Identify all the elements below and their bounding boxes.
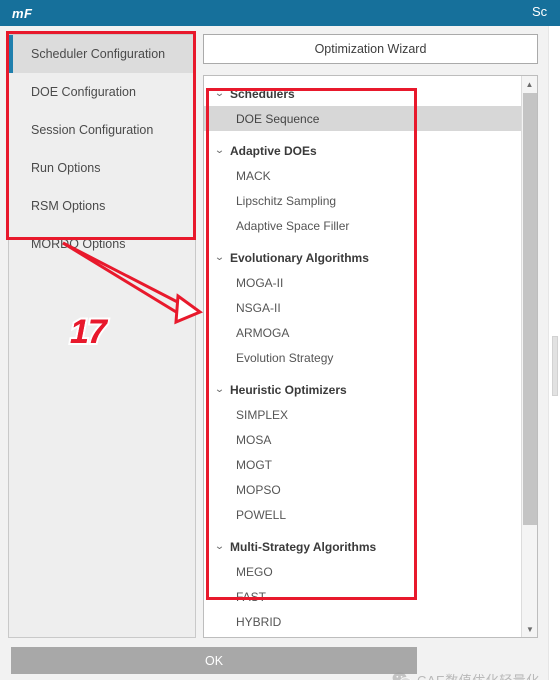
ok-button[interactable]: OK (11, 647, 417, 674)
tree-node-10[interactable]: Evolution Strategy (204, 345, 521, 370)
chevron-down-icon[interactable]: ⌄ (214, 384, 232, 395)
chevron-down-icon[interactable]: ⌄ (214, 541, 232, 552)
sidebar-item-4[interactable]: RSM Options (9, 187, 195, 225)
tree-node-17[interactable]: ⌄ Multi-Strategy Algorithms (204, 534, 521, 559)
tree-node-4[interactable]: Lipschitz Sampling (204, 188, 521, 213)
tree-node-label: Evolutionary Algorithms (230, 250, 369, 265)
optimization-wizard-button[interactable]: Optimization Wizard (203, 34, 538, 64)
annotation-step-number: 17 (70, 313, 107, 351)
tree-node-1[interactable]: DOE Sequence (204, 106, 521, 131)
tree-node-15[interactable]: MOPSO (204, 477, 521, 502)
tree-node-11[interactable]: ⌄ Heuristic Optimizers (204, 377, 521, 402)
window-title: Sc (532, 4, 548, 19)
tree-node-7[interactable]: MOGA-II (204, 270, 521, 295)
tree-node-2[interactable]: ⌄ Adaptive DOEs (204, 138, 521, 163)
tree-node-label: DOE Sequence (236, 111, 320, 126)
tree-node-14[interactable]: MOGT (204, 452, 521, 477)
tree-node-label: HYBRID (236, 614, 282, 629)
optimization-wizard-label: Optimization Wizard (314, 42, 427, 56)
sidebar-item-1[interactable]: DOE Configuration (9, 73, 195, 111)
tree-node-5[interactable]: Adaptive Space Filler (204, 213, 521, 238)
tree-node-3[interactable]: MACK (204, 163, 521, 188)
tree-node-13[interactable]: MOSA (204, 427, 521, 452)
title-bar: mF Sc (0, 0, 560, 26)
tree-node-label: MOGA-II (236, 275, 284, 290)
tree-node-8[interactable]: NSGA-II (204, 295, 521, 320)
chevron-down-icon[interactable]: ⌄ (214, 88, 232, 99)
chevron-down-icon[interactable]: ⌄ (214, 145, 232, 156)
tree-scrollbar[interactable]: ▲ ▼ (521, 76, 537, 637)
sidebar-item-3[interactable]: Run Options (9, 149, 195, 187)
main-panel: Optimization Wizard ⌄ Schedulers DOE Seque… (203, 34, 538, 638)
tree-node-18[interactable]: MEGO (204, 559, 521, 584)
tree-node-label: FAST (236, 589, 267, 604)
wechat-icon (392, 671, 412, 680)
ok-button-label: OK (204, 653, 224, 668)
tree-node-label: NSGA-II (236, 300, 281, 315)
window-scrollbar-thumb[interactable] (552, 336, 558, 396)
tree-node-label: MOPSO (236, 482, 281, 497)
tree-node-label: SIMPLEX (236, 407, 289, 422)
window-scrollbar[interactable] (548, 26, 560, 680)
scroll-up-arrow[interactable]: ▲ (522, 76, 537, 92)
tree-node-19[interactable]: FAST (204, 584, 521, 609)
app-logo: mF (12, 5, 33, 21)
tree-node-label: Heuristic Optimizers (230, 382, 347, 397)
tree-node-16[interactable]: POWELL (204, 502, 521, 527)
watermark-text: CAE数值优化轻量化 (417, 670, 540, 680)
tree-node-9[interactable]: ARMOGA (204, 320, 521, 345)
tree-node-label: Schedulers (230, 86, 295, 101)
tree-node-label: Adaptive Space Filler (236, 218, 350, 233)
sidebar-item-label: Session Configuration (31, 123, 154, 137)
tree-node-12[interactable]: SIMPLEX (204, 402, 521, 427)
sidebar-item-label: DOE Configuration (31, 85, 136, 99)
tree-node-6[interactable]: ⌄ Evolutionary Algorithms (204, 245, 521, 270)
tree-node-label: Lipschitz Sampling (236, 193, 337, 208)
tree-node-label: ARMOGA (236, 325, 290, 340)
tree-node-label: Multi-Strategy Algorithms (230, 539, 377, 554)
tree-node-label: Evolution Strategy (236, 350, 334, 365)
application-window: mF Sc Scheduler Configuration DOE Configu… (0, 0, 560, 680)
sidebar-item-0[interactable]: Scheduler Configuration (9, 35, 195, 73)
sidebar-item-label: Run Options (31, 161, 101, 175)
sidebar-item-label: MORDO Options (31, 237, 126, 251)
sidebar-item-2[interactable]: Session Configuration (9, 111, 195, 149)
tree-node-0[interactable]: ⌄ Schedulers (204, 81, 521, 106)
tree-node-label: MOGT (236, 457, 272, 472)
tree-node-label: MACK (236, 168, 271, 183)
tree-node-label: POWELL (236, 507, 287, 522)
tree-node-20[interactable]: HYBRID (204, 609, 521, 634)
chevron-down-icon[interactable]: ⌄ (214, 252, 232, 263)
sidebar-item-label: Scheduler Configuration (31, 47, 166, 61)
scheduler-tree-panel: ⌄ Schedulers DOE Sequence ⌄ Adaptive DOEs MAC… (203, 75, 538, 638)
sidebar-item-5[interactable]: MORDO Options (9, 225, 195, 263)
sidebar-item-label: RSM Options (31, 199, 106, 213)
scroll-down-arrow[interactable]: ▼ (522, 621, 537, 637)
scheduler-tree-list: ⌄ Schedulers DOE Sequence ⌄ Adaptive DOEs MAC… (204, 76, 521, 634)
watermark: CAE数值优化轻量化 (392, 670, 540, 680)
scrollbar-thumb[interactable] (523, 93, 537, 525)
tree-node-label: Adaptive DOEs (230, 143, 317, 158)
tree-node-label: MOSA (236, 432, 272, 447)
window-body: Scheduler Configuration DOE Configuration… (0, 26, 560, 680)
tree-node-label: MEGO (236, 564, 273, 579)
